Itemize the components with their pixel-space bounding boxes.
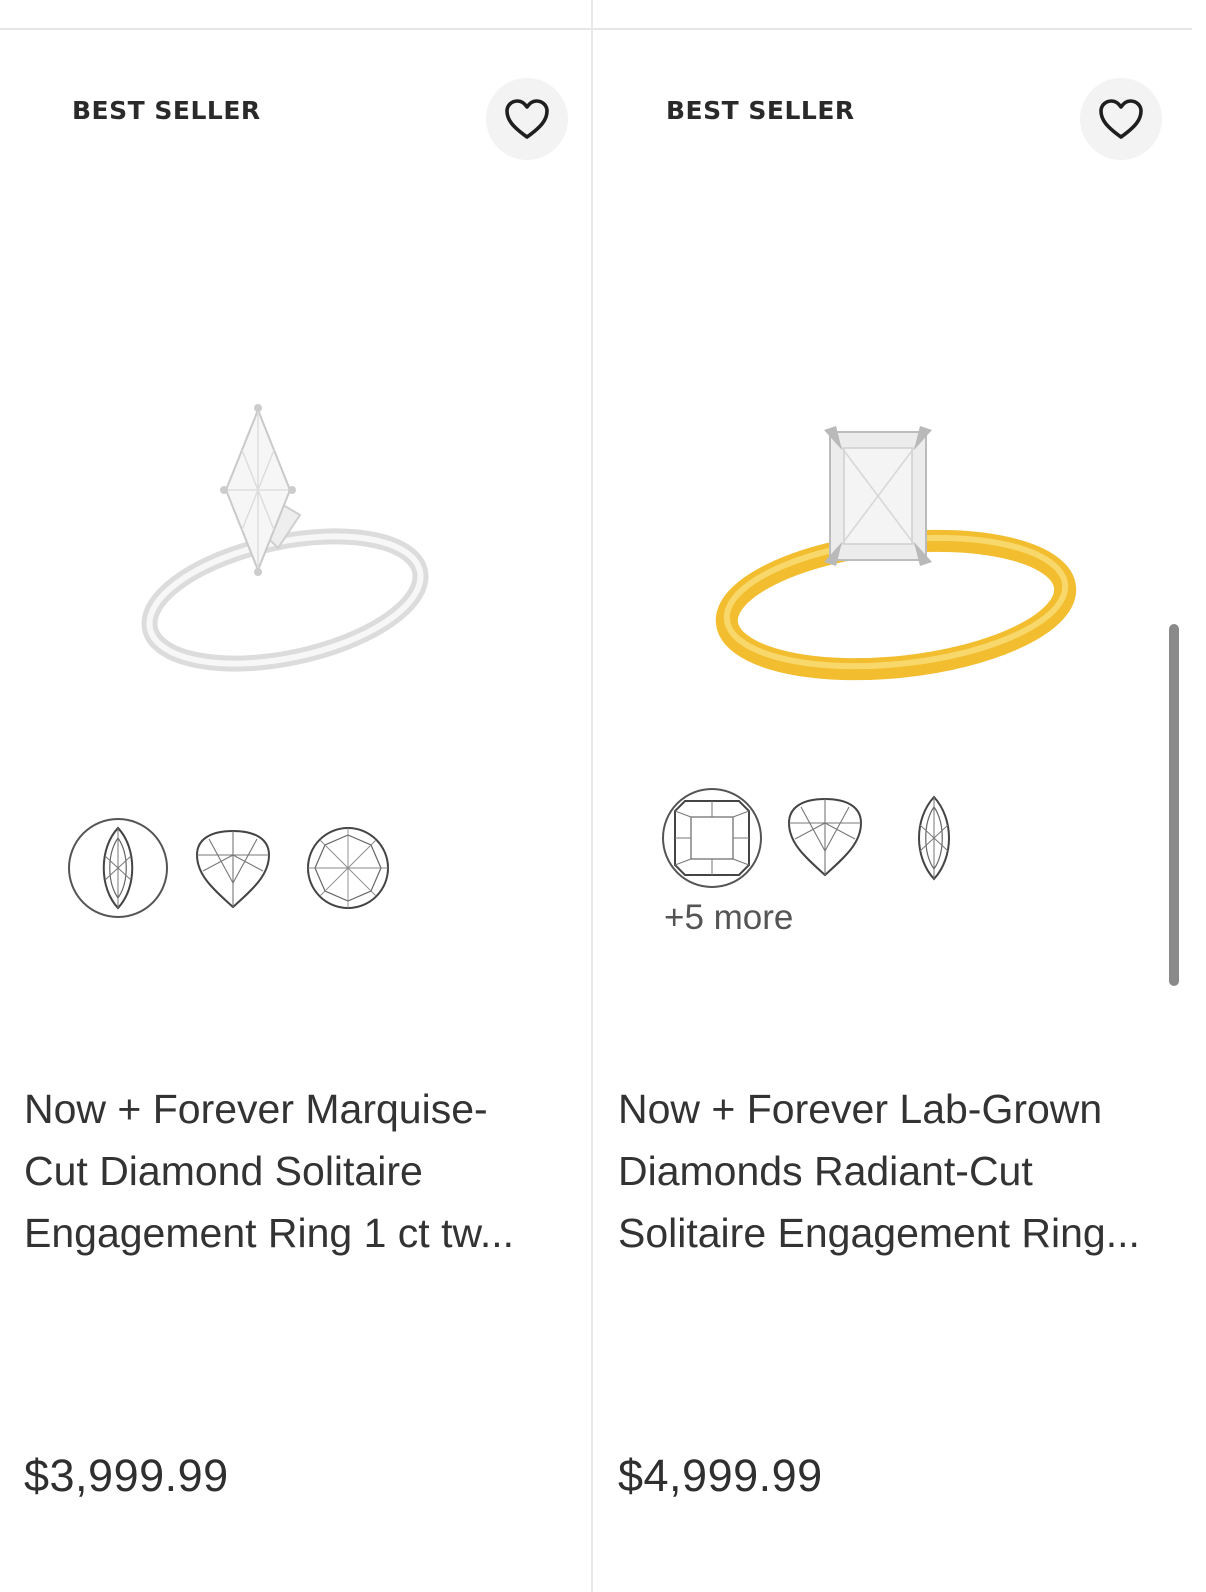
product-title[interactable]: Now + Forever Marquise- Cut Diamond Soli… bbox=[24, 1078, 564, 1264]
title-line: Now + Forever Lab-Grown bbox=[618, 1086, 1103, 1132]
pear-icon bbox=[787, 797, 863, 877]
title-line: Diamonds Radiant-Cut bbox=[618, 1148, 1033, 1194]
best-seller-badge: BEST SELLER bbox=[72, 96, 261, 125]
shape-option-pear[interactable] bbox=[782, 794, 868, 880]
scrollbar[interactable] bbox=[1169, 624, 1179, 986]
radiant-icon bbox=[674, 800, 750, 876]
shape-selector bbox=[660, 786, 1120, 896]
product-card[interactable]: BEST SELLER bbox=[0, 30, 590, 1592]
shape-option-round[interactable] bbox=[302, 822, 394, 914]
shape-option-marquise[interactable] bbox=[68, 818, 168, 918]
title-line: Solitaire Engagement Ring... bbox=[618, 1210, 1140, 1256]
product-card[interactable]: BEST SELLER bbox=[594, 30, 1184, 1592]
product-grid: BEST SELLER Now + Forever Marquise- Cut … bbox=[0, 0, 1206, 1592]
heart-icon bbox=[505, 99, 549, 139]
product-price: $3,999.99 bbox=[24, 1450, 229, 1501]
title-line: Now + Forever Marquise- bbox=[24, 1086, 488, 1132]
product-image[interactable] bbox=[100, 370, 480, 730]
product-price: $4,999.99 bbox=[618, 1450, 823, 1501]
shape-option-marquise[interactable] bbox=[904, 792, 964, 884]
more-shapes-link[interactable]: +5 more bbox=[664, 898, 793, 938]
favorite-button[interactable] bbox=[486, 78, 568, 160]
product-image[interactable] bbox=[706, 390, 1086, 750]
title-line: Engagement Ring 1 ct tw... bbox=[24, 1210, 514, 1256]
title-line: Cut Diamond Solitaire bbox=[24, 1148, 423, 1194]
pear-icon bbox=[195, 829, 271, 909]
heart-icon bbox=[1099, 99, 1143, 139]
round-icon bbox=[307, 827, 389, 909]
shape-selector bbox=[66, 818, 526, 930]
column-divider bbox=[591, 0, 593, 1592]
favorite-button[interactable] bbox=[1080, 78, 1162, 160]
product-title[interactable]: Now + Forever Lab-Grown Diamonds Radiant… bbox=[618, 1078, 1178, 1264]
shape-option-radiant[interactable] bbox=[662, 788, 762, 888]
marquise-icon bbox=[918, 795, 950, 881]
shape-option-pear[interactable] bbox=[190, 826, 276, 912]
best-seller-badge: BEST SELLER bbox=[666, 96, 855, 125]
marquise-icon bbox=[102, 826, 134, 910]
